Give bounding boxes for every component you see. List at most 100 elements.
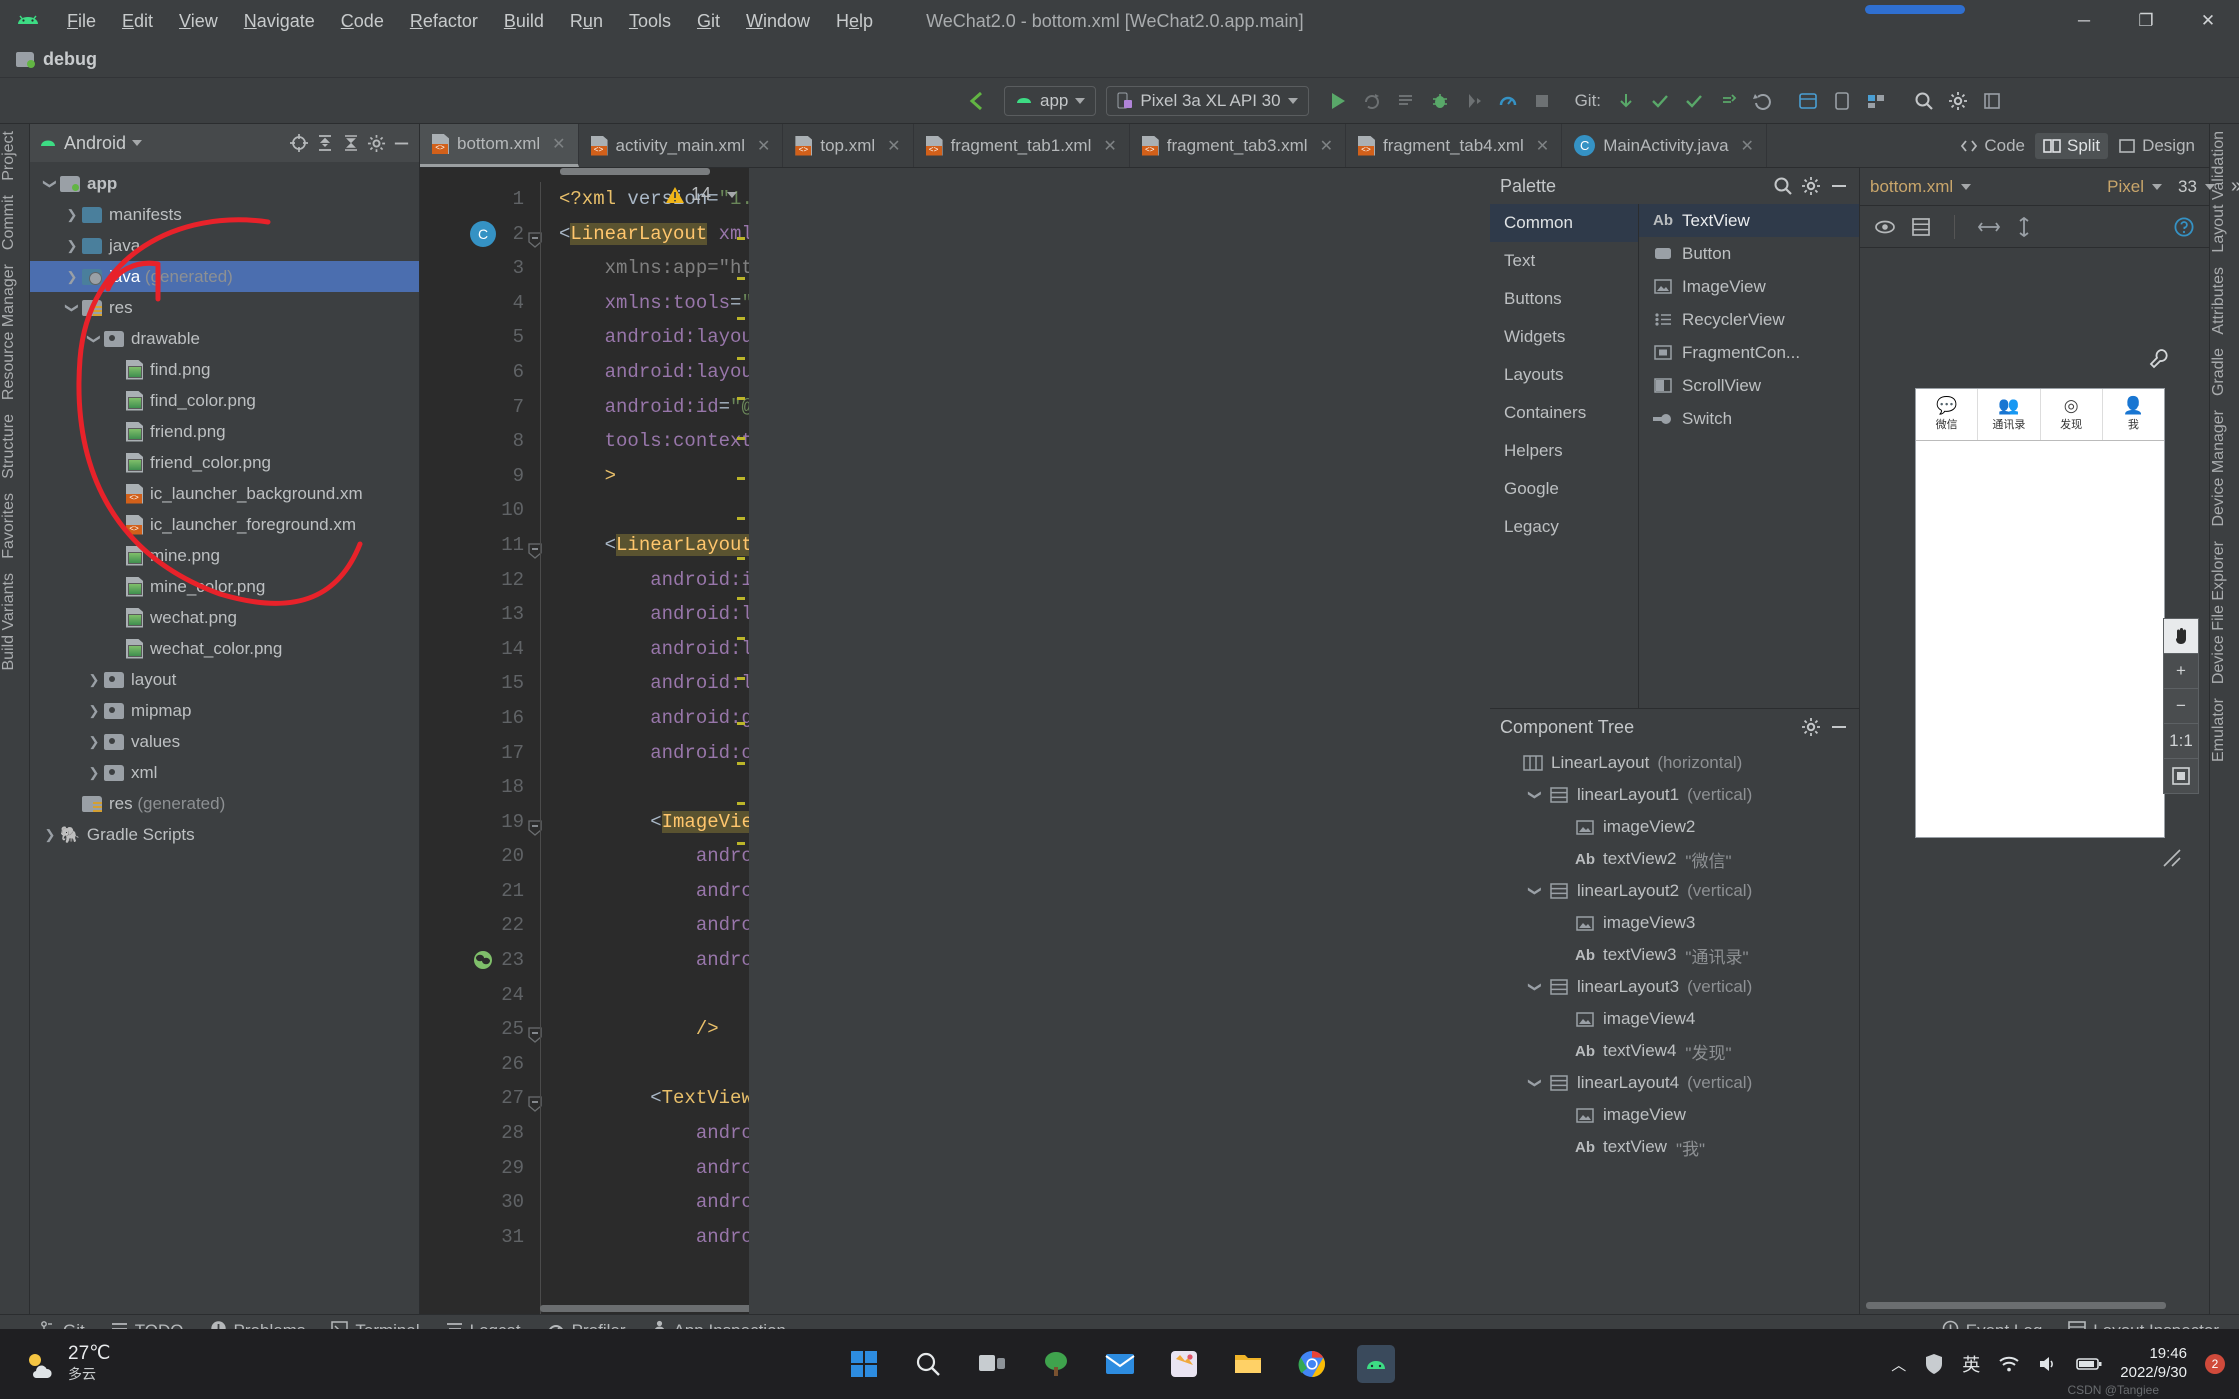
settings-gear-icon[interactable] [367, 134, 386, 153]
editor-horizontal-scrollbar[interactable] [540, 1305, 749, 1312]
attach-debugger-icon[interactable] [1457, 84, 1491, 118]
palette-item-imageview[interactable]: ImageView [1639, 270, 1859, 303]
menu-item-edit[interactable]: Edit [109, 8, 166, 35]
editor-code-area[interactable]: <?xml version="1.0" encoding="utf-8"?><L… [540, 182, 749, 1314]
commit-icon[interactable] [1643, 84, 1677, 118]
tree-node[interactable]: res (generated) [30, 788, 419, 819]
gear-icon[interactable] [1801, 176, 1821, 196]
wrench-icon[interactable] [2148, 348, 2170, 378]
chevron-right-icon[interactable]: ❯ [62, 238, 82, 254]
search-icon[interactable] [909, 1345, 947, 1383]
editor-mode-code[interactable]: Code [1960, 136, 2025, 156]
tree-node[interactable]: ❯ app [30, 168, 419, 199]
tree-node[interactable]: ❯ mipmap [30, 695, 419, 726]
chevron-down-icon[interactable]: ❯ [64, 298, 80, 318]
preview-canvas[interactable]: 💬微信👥通讯录◎发现👤我 微信通讯录 +−1:1 [1860, 248, 2209, 1314]
chevron-up-icon[interactable]: ︿ [1891, 1354, 1906, 1375]
preview-toolbar-secondary[interactable] [1860, 206, 2209, 248]
component-tree-node[interactable]: ❯ linearLayout3 (vertical) [1490, 971, 1859, 1003]
close-icon[interactable]: ✕ [1320, 136, 1333, 156]
tree-node[interactable]: mine.png [30, 540, 419, 571]
error-stripe-mark[interactable] [737, 677, 745, 680]
editor-tab-fragment_tab4-xml[interactable]: fragment_tab4.xml ✕ [1346, 124, 1563, 167]
apply-changes-icon[interactable] [1355, 84, 1389, 118]
menu-bar[interactable]: File Edit View Navigate Code Refactor Build Run… [54, 8, 886, 35]
code-line[interactable]: <TextView [559, 1081, 749, 1116]
tool-button-layout-validation[interactable]: Layout Validation [2210, 124, 2228, 260]
code-line[interactable] [559, 770, 749, 805]
device-preview-rendered[interactable]: 💬 微信 👥 通讯录 ◎ 发现 👤 我 [1915, 388, 2165, 838]
tree-node[interactable]: ❯ manifests [30, 199, 419, 230]
menu-item-refactor[interactable]: Refactor [397, 8, 491, 35]
chrome-icon[interactable] [1293, 1345, 1331, 1383]
component-tree-node[interactable]: Ab textView4 "发现" [1490, 1035, 1859, 1067]
inspection-warning-badge[interactable]: 14 [665, 184, 737, 205]
palette-category-widgets[interactable]: Widgets [1490, 318, 1638, 356]
preview-tab-cell[interactable]: ◎ 发现 [2041, 389, 2103, 440]
component-tree-node[interactable]: ❯ linearLayout2 (vertical) [1490, 875, 1859, 907]
menu-item-help[interactable]: Help [823, 8, 886, 35]
code-line[interactable] [559, 493, 749, 528]
tree-node[interactable]: ❯ values [30, 726, 419, 757]
palette-category-text[interactable]: Text [1490, 242, 1638, 280]
code-line[interactable]: android:id="@+id/imageView2" [559, 839, 749, 874]
weather-widget[interactable]: 27℃ 多云 [0, 1343, 110, 1385]
component-tree-node[interactable]: imageView2 [1490, 811, 1859, 843]
chevron-right-icon[interactable]: ❯ [84, 765, 104, 781]
volume-icon[interactable] [2038, 1355, 2058, 1373]
zoom-out-icon[interactable]: − [2163, 688, 2199, 724]
component-tree-node[interactable]: ❯ linearLayout1 (vertical) [1490, 779, 1859, 811]
close-icon[interactable]: ✕ [1103, 136, 1116, 156]
preview-file-label[interactable]: bottom.xml [1870, 177, 1953, 197]
palette-item-fragmentcon[interactable]: FragmentCon... [1639, 336, 1859, 369]
chevron-down-icon[interactable]: ❯ [1527, 878, 1543, 904]
preview-tab-cell[interactable]: 💬 微信 [1916, 389, 1979, 440]
close-icon[interactable]: ✕ [887, 136, 900, 156]
search-icon[interactable] [1773, 176, 1793, 196]
chevron-down-icon[interactable]: ❯ [1527, 974, 1543, 1000]
vertical-resize-icon[interactable] [2015, 216, 2033, 238]
tree-node[interactable]: ic_launcher_foreground.xm [30, 509, 419, 540]
tool-button-resource-manager[interactable]: Resource Manager [0, 257, 18, 407]
error-stripe-mark[interactable] [737, 237, 745, 240]
code-line[interactable]: <LinearLayout [559, 528, 749, 563]
code-line[interactable]: android:layout_width="0dp" [559, 597, 749, 632]
palette-item-button[interactable]: Button [1639, 237, 1859, 270]
close-icon[interactable]: ✕ [552, 134, 565, 154]
tool-button-commit[interactable]: Commit [0, 188, 18, 257]
editor-tab-activity_main-xml[interactable]: activity_main.xml ✕ [579, 124, 784, 167]
module-selector[interactable]: app [1004, 85, 1097, 116]
apply-code-changes-icon[interactable] [1389, 84, 1423, 118]
error-stripe-mark[interactable] [737, 597, 745, 600]
error-stripe-mark[interactable] [737, 802, 745, 805]
project-structure-icon[interactable] [1975, 84, 2009, 118]
code-line[interactable]: > [559, 459, 749, 494]
code-editor[interactable]: 1 2 C 3 4 5 6 7 8 9 10 11 12 13 14 15 16 17 18 19 20 21 22 23 24… [420, 168, 749, 1314]
code-line[interactable]: /> [559, 1012, 749, 1047]
palette-category-buttons[interactable]: Buttons [1490, 280, 1638, 318]
menu-item-run[interactable]: Run [557, 8, 616, 35]
chevron-down-icon[interactable]: ❯ [1527, 782, 1543, 808]
system-tray[interactable]: ︿ 英 19:46 2022/9/30 2 [1891, 1345, 2225, 1383]
preview-toolbar[interactable]: bottom.xml Pixel 33 » [1860, 168, 2239, 206]
horizontal-resize-icon[interactable] [1977, 218, 2001, 236]
code-line[interactable]: android:layout_width="88dp" [559, 1151, 749, 1186]
tree-node[interactable]: wechat.png [30, 602, 419, 633]
tool-button-device-file-explorer[interactable]: Device File Explorer [2210, 534, 2228, 691]
palette-item-recyclerview[interactable]: RecyclerView [1639, 303, 1859, 336]
palette-category-layouts[interactable]: Layouts [1490, 356, 1638, 394]
chevron-down-icon[interactable] [2152, 183, 2162, 190]
component-tree-node[interactable]: ❯ linearLayout4 (vertical) [1490, 1067, 1859, 1099]
chevron-down-icon[interactable] [2204, 183, 2215, 190]
editor-tab-MainActivity-java[interactable]: C MainActivity.java ✕ [1562, 124, 1767, 167]
notification-badge[interactable]: 2 [2205, 1354, 2225, 1374]
tool-button-project[interactable]: Project [0, 124, 18, 188]
component-tree-node[interactable]: Ab textView3 "通讯录" [1490, 939, 1859, 971]
android-studio-icon[interactable] [1356, 1345, 1395, 1383]
tree-node[interactable]: ❯ java [30, 230, 419, 261]
tree-node[interactable]: mine_color.png [30, 571, 419, 602]
chevron-right-icon[interactable]: ❯ [84, 672, 104, 688]
preview-api-label[interactable]: 33 [2178, 177, 2197, 197]
tree-app-icon[interactable] [1037, 1345, 1075, 1383]
component-tree-node[interactable]: imageView4 [1490, 1003, 1859, 1035]
